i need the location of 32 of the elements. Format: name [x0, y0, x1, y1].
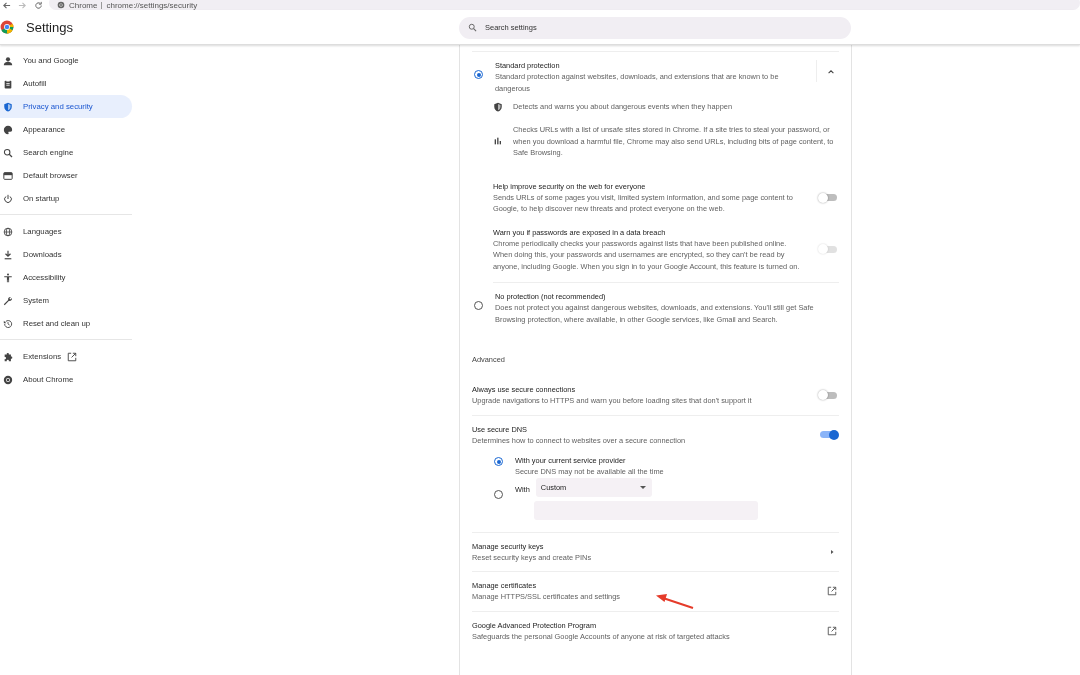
shield-icon [493, 102, 503, 112]
chart-icon [493, 136, 503, 147]
globe-icon [3, 226, 13, 237]
power-icon [3, 193, 13, 204]
caret-icon [639, 485, 646, 489]
browser-icon [3, 170, 13, 181]
wrench-icon [3, 295, 13, 306]
arrow-right-icon[interactable] [829, 548, 835, 555]
url-text: chrome://settings/security [106, 0, 198, 10]
chevron-icon[interactable] [827, 68, 835, 76]
toggle-switch[interactable] [820, 431, 837, 439]
puzzle-icon [3, 351, 13, 362]
page-title: Settings [26, 19, 73, 35]
person-icon [3, 55, 13, 66]
history-icon [3, 318, 13, 329]
toggle-switch[interactable] [820, 194, 837, 201]
clipboard-icon [3, 78, 13, 89]
palette-icon [3, 124, 13, 135]
download-icon [3, 249, 13, 260]
shield-icon [3, 101, 13, 112]
annotation-arrow [655, 592, 695, 610]
accessibility-icon [3, 272, 13, 283]
address-bar[interactable]: Chrome chrome://settings/security [49, 0, 1080, 10]
chrome-logo-icon [57, 1, 65, 9]
site-label: Chrome [69, 0, 98, 10]
external-link-icon[interactable] [827, 586, 837, 597]
chrome-icon [3, 374, 13, 385]
back-icon[interactable] [2, 0, 11, 10]
reload-icon[interactable] [34, 0, 43, 10]
toggle-switch[interactable] [820, 391, 837, 399]
external-link-icon[interactable] [827, 625, 837, 636]
search-icon [3, 147, 13, 158]
